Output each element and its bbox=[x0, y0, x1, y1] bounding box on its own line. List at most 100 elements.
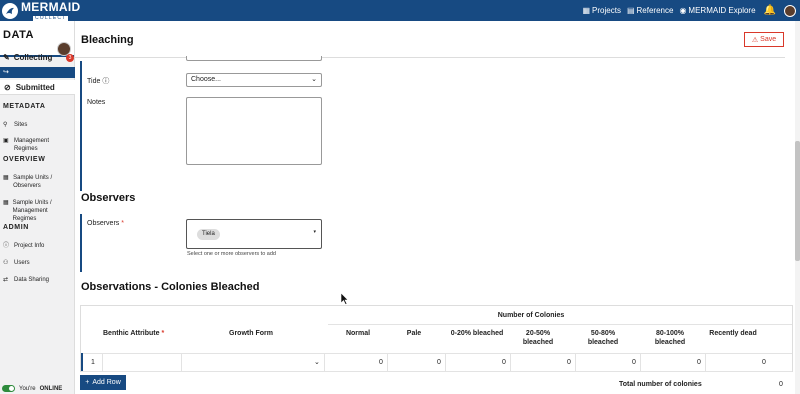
sidebar-item-sites[interactable]: ⚲ Sites bbox=[3, 121, 27, 129]
tide-select[interactable]: Choose... ⌄ bbox=[186, 73, 322, 87]
observers-multiselect[interactable]: Tiela ▾ bbox=[186, 219, 322, 249]
section-metadata: METADATA bbox=[3, 103, 46, 110]
management-regimes-label: Management Regimes bbox=[13, 138, 49, 152]
observer-chip[interactable]: Tiela bbox=[197, 229, 220, 240]
regimes-icon: ▣ bbox=[3, 138, 9, 144]
section-overview: OVERVIEW bbox=[3, 156, 46, 163]
observations-section-title: Observations - Colonies Bleached bbox=[81, 281, 260, 293]
sidebar-item-users[interactable]: ⚇ Users bbox=[3, 259, 30, 267]
sidebar-item-collecting[interactable]: ✎ Collecting bbox=[3, 53, 52, 62]
online-status-text: ONLINE bbox=[39, 385, 63, 392]
logo-title: MERMAID bbox=[21, 0, 81, 14]
recently-dead-input[interactable]: 0 bbox=[762, 359, 766, 366]
mermaid-logo[interactable]: MERMAID COLLECT bbox=[2, 1, 80, 21]
nav-explore[interactable]: ◉ MERMAID Explore bbox=[679, 6, 755, 15]
cell-divider bbox=[510, 353, 511, 371]
add-row-label: Add Row bbox=[92, 379, 121, 386]
row-indicator bbox=[81, 353, 83, 371]
col-20-50-bleached: 20-50% bleached bbox=[522, 330, 554, 346]
previous-field-edge[interactable] bbox=[186, 56, 322, 61]
top-navbar: MERMAID COLLECT ▦ Projects ▤ Reference ◉… bbox=[0, 0, 800, 21]
collecting-count-badge: 3 bbox=[66, 54, 74, 62]
save-button[interactable]: ⚠ Save bbox=[744, 32, 784, 47]
col-recently-dead: Recently dead bbox=[709, 330, 757, 337]
sidebar-item-submitted[interactable]: ⊘ Submitted bbox=[0, 80, 75, 95]
arrow-right-icon: ↪ bbox=[3, 69, 9, 76]
sidebar-title: DATA bbox=[3, 29, 34, 41]
observers-helper-text: Select one or more observers to add bbox=[187, 251, 276, 257]
info-icon: ⓘ bbox=[3, 243, 10, 249]
user-avatar[interactable] bbox=[784, 4, 796, 17]
col-normal: Normal bbox=[345, 330, 371, 337]
project-info-label: Project Info bbox=[14, 243, 45, 249]
add-row-button[interactable]: + Add Row bbox=[80, 375, 126, 390]
mouse-cursor-icon bbox=[341, 293, 349, 305]
sidebar-item-su-regimes[interactable]: ▦ Sample Units / Management Regimes bbox=[3, 199, 73, 223]
sites-icon: ⚲ bbox=[3, 122, 8, 128]
page-title: Bleaching bbox=[81, 34, 134, 46]
nav-projects[interactable]: ▦ Projects bbox=[582, 6, 620, 15]
users-icon: ⚇ bbox=[3, 260, 9, 266]
online-toggle[interactable] bbox=[2, 385, 15, 392]
notification-bell-icon[interactable]: 🔔 bbox=[764, 5, 776, 16]
nav-projects-label: Projects bbox=[592, 6, 621, 15]
pale-input[interactable]: 0 bbox=[437, 359, 441, 366]
col-0-20-bleached: 0-20% bleached bbox=[450, 330, 504, 337]
online-prefix: You're bbox=[19, 385, 36, 392]
bleached-20-50-input[interactable]: 0 bbox=[567, 359, 571, 366]
notes-label: Notes bbox=[87, 99, 106, 106]
projects-icon: ▦ bbox=[582, 6, 591, 15]
sidebar-item-su-observers[interactable]: ▦ Sample Units / Observers bbox=[3, 174, 73, 190]
header-divider bbox=[75, 57, 785, 58]
online-status[interactable]: You're ONLINE bbox=[2, 385, 62, 392]
table-icon: ▦ bbox=[3, 175, 9, 181]
share-icon: ⇄ bbox=[3, 277, 9, 283]
bleached-80-100-input[interactable]: 0 bbox=[697, 359, 701, 366]
header-divider bbox=[328, 324, 792, 325]
check-circle-icon: ✎ bbox=[3, 53, 10, 62]
normal-input[interactable]: 0 bbox=[379, 359, 383, 366]
bleached-50-80-input[interactable]: 0 bbox=[632, 359, 636, 366]
vertical-scrollbar[interactable] bbox=[795, 21, 800, 394]
number-of-colonies-header: Number of Colonies bbox=[497, 312, 565, 319]
cell-divider bbox=[445, 353, 446, 371]
sidebar-header: DATA bbox=[0, 21, 74, 57]
caret-down-icon: ▾ bbox=[313, 229, 316, 235]
growth-form-chevron-down-icon[interactable]: ⌄ bbox=[314, 358, 320, 366]
su-observers-label: Sample Units / Observers bbox=[13, 175, 53, 189]
scrollbar-thumb[interactable] bbox=[795, 141, 800, 261]
info-icon[interactable]: ⓘ bbox=[102, 78, 109, 85]
cell-divider bbox=[387, 353, 388, 371]
submitted-label: Submitted bbox=[15, 83, 55, 92]
notes-textarea[interactable] bbox=[186, 97, 322, 165]
cell-divider bbox=[640, 353, 641, 371]
section-admin: ADMIN bbox=[3, 224, 29, 231]
users-label: Users bbox=[14, 260, 30, 266]
main-content: Bleaching ⚠ Save Tide ⓘ Choose... ⌄ Note… bbox=[75, 21, 800, 394]
sidebar-item-project-info[interactable]: ⓘ Project Info bbox=[3, 242, 44, 250]
observations-table: Number of Colonies Benthic Attribute * G… bbox=[80, 305, 793, 372]
sidebar-item-management-regimes[interactable]: ▣ Management Regimes bbox=[3, 137, 74, 153]
nav-explore-label: MERMAID Explore bbox=[688, 6, 756, 15]
su-regimes-label: Sample Units / Management Regimes bbox=[12, 200, 52, 222]
plus-icon: + bbox=[85, 379, 90, 386]
submitted-icon: ⊘ bbox=[4, 83, 11, 92]
col-pale: Pale bbox=[406, 330, 422, 337]
observers-label: Observers * bbox=[87, 220, 124, 227]
col-benthic-attribute-label: Benthic Attribute bbox=[103, 330, 160, 337]
row-divider bbox=[81, 371, 792, 372]
form-section-indicator bbox=[80, 61, 82, 191]
globe-icon: ◉ bbox=[679, 6, 687, 15]
nav-reference[interactable]: ▤ Reference bbox=[627, 6, 673, 15]
required-asterisk: * bbox=[121, 220, 124, 227]
col-benthic-attribute: Benthic Attribute * bbox=[103, 329, 183, 338]
sidebar-item-data-sharing[interactable]: ⇄ Data Sharing bbox=[3, 276, 49, 284]
benthic-attribute-input[interactable] bbox=[183, 354, 323, 370]
total-colonies-value: 0 bbox=[779, 381, 783, 388]
col-80-100-bleached: 80-100% bleached bbox=[654, 330, 686, 346]
col-50-80-bleached: 50-80% bleached bbox=[587, 330, 619, 346]
bleached-0-20-input[interactable]: 0 bbox=[502, 359, 506, 366]
sidebar: DATA ✎ Collecting 3 ↪ ⊘ Submitted METADA… bbox=[0, 21, 75, 394]
tide-label-text: Tide bbox=[87, 78, 101, 85]
chevron-down-icon: ⌄ bbox=[311, 76, 317, 83]
